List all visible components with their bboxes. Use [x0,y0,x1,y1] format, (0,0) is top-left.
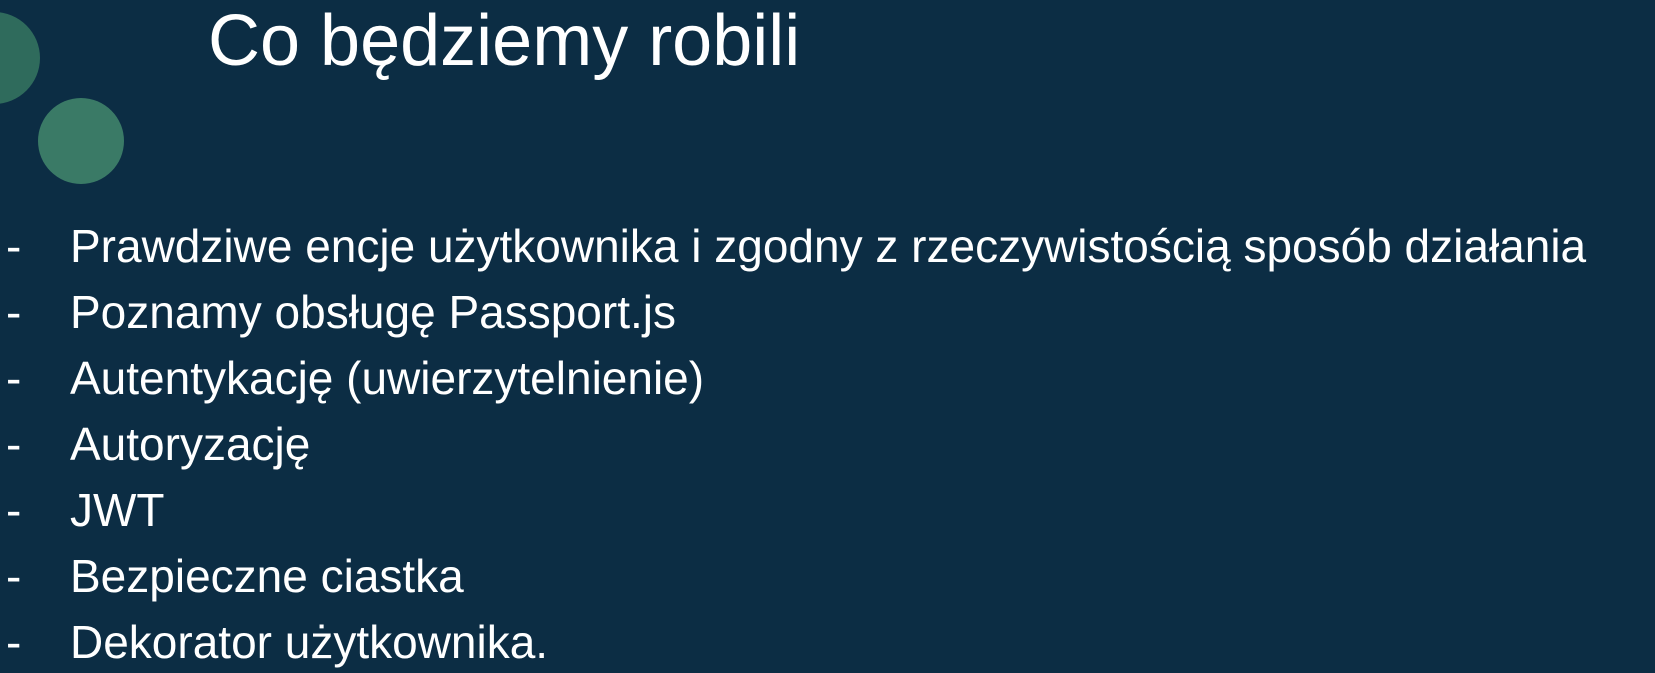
bullet-item-jwt: - JWT [0,477,1586,543]
bullet-dash: - [6,484,22,536]
presentation-slide: Co będziemy robili - Prawdziwe encje uży… [0,0,1655,673]
bullet-dash: - [6,352,22,404]
bullet-text: JWT [70,484,165,536]
bullet-text: Dekorator użytkownika. [70,616,549,668]
bullet-text: Poznamy obsługę Passport.js [70,286,676,338]
decorative-circle-small [38,98,124,184]
bullet-text: Bezpieczne ciastka [70,550,464,602]
bullet-dash: - [6,220,22,272]
bullet-dash: - [6,550,22,602]
bullet-item-authentication: - Autentykację (uwierzytelnienie) [0,345,1586,411]
bullet-text: Prawdziwe encje użytkownika i zgodny z r… [70,220,1587,272]
bullet-item-passport: - Poznamy obsługę Passport.js [0,279,1586,345]
bullet-item-real-user-entities: - Prawdziwe encje użytkownika i zgodny z… [0,213,1586,279]
decorative-circle-large [0,12,40,104]
slide-title: Co będziemy robili [208,1,801,81]
bullet-item-authorization: - Autoryzację [0,411,1586,477]
bullet-dash: - [6,418,22,470]
bullet-text: Autoryzację [70,418,311,470]
bullet-text: Autentykację (uwierzytelnienie) [70,352,705,404]
bullet-list: - Prawdziwe encje użytkownika i zgodny z… [0,213,1586,673]
bullet-item-secure-cookies: - Bezpieczne ciastka [0,543,1586,609]
bullet-dash: - [6,286,22,338]
bullet-dash: - [6,616,22,668]
bullet-item-user-decorator: - Dekorator użytkownika. [0,609,1586,673]
